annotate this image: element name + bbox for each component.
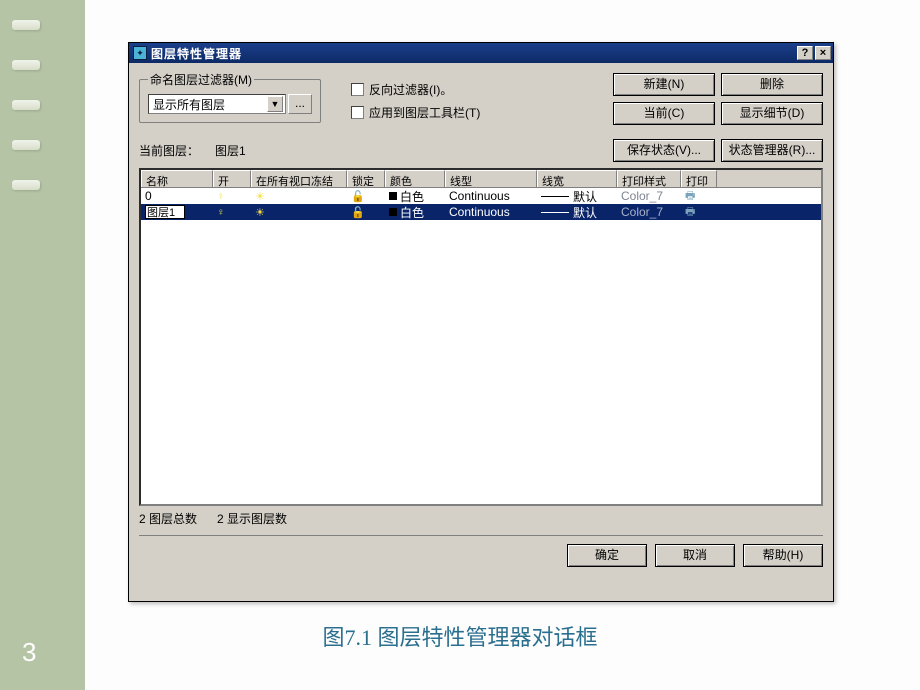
named-filter-fieldset: 命名图层过滤器(M) 显示所有图层 ▼ ... bbox=[139, 71, 321, 123]
reverse-filter-label: 反向过滤器(I)。 bbox=[369, 81, 452, 98]
current-layer-label: 当前图层： bbox=[139, 142, 199, 159]
decorative-pill-4 bbox=[12, 140, 40, 150]
decorative-pill-5 bbox=[12, 180, 40, 190]
lock-icon[interactable]: 🔓 bbox=[351, 206, 365, 219]
col-linetype[interactable]: 线型 bbox=[445, 170, 537, 187]
cell-linetype[interactable]: Continuous bbox=[445, 188, 537, 204]
printer-icon[interactable]: 🖶 bbox=[685, 188, 695, 204]
filter-more-button[interactable]: ... bbox=[288, 94, 312, 114]
dialog-title: 图层特性管理器 bbox=[151, 45, 795, 62]
status-shown: 2 显示图层数 bbox=[217, 512, 287, 526]
apply-toolbar-checkbox[interactable] bbox=[351, 106, 364, 119]
figure-caption: 图7.1 图层特性管理器对话框 bbox=[0, 620, 920, 652]
filter-legend: 命名图层过滤器(M) bbox=[148, 71, 254, 88]
col-lock[interactable]: 锁定 bbox=[347, 170, 385, 187]
current-layer-value: 图层1 bbox=[215, 142, 246, 159]
reverse-filter-checkbox[interactable] bbox=[351, 83, 364, 96]
printer-icon[interactable]: 🖶 bbox=[685, 204, 695, 220]
line-icon bbox=[541, 196, 569, 197]
decorative-pill-1 bbox=[12, 20, 40, 30]
sun-icon[interactable]: ☀ bbox=[255, 190, 265, 203]
delete-button[interactable]: 删除 bbox=[721, 73, 823, 96]
slide-sidebar: 3 bbox=[0, 0, 85, 690]
table-row[interactable]: 0 ♀ ☀ 🔓 白色 Continuous 默认 Color_7 🖶 bbox=[141, 188, 821, 204]
bulb-on-icon[interactable]: ♀ bbox=[217, 191, 225, 202]
cell-name[interactable]: 0 bbox=[141, 188, 213, 204]
cell-color: 白色 bbox=[400, 204, 424, 220]
filter-select-value: 显示所有图层 bbox=[153, 96, 225, 113]
new-button[interactable]: 新建(N) bbox=[613, 73, 715, 96]
save-state-button[interactable]: 保存状态(V)... bbox=[613, 139, 715, 162]
cell-plotstyle: Color_7 bbox=[617, 188, 681, 204]
cell-linetype[interactable]: Continuous bbox=[445, 204, 537, 220]
col-lineweight[interactable]: 线宽 bbox=[537, 170, 617, 187]
status-bar: 2 图层总数 2 显示图层数 bbox=[139, 508, 823, 529]
lock-icon[interactable]: 🔓 bbox=[351, 190, 365, 203]
cell-lineweight[interactable]: 默认 bbox=[573, 204, 597, 220]
sun-icon[interactable]: ☀ bbox=[255, 206, 265, 219]
col-on[interactable]: 开 bbox=[213, 170, 251, 187]
help-title-button[interactable]: ? bbox=[797, 46, 813, 60]
decorative-pill-2 bbox=[12, 60, 40, 70]
color-swatch[interactable] bbox=[389, 208, 397, 216]
cancel-button[interactable]: 取消 bbox=[655, 544, 735, 567]
col-print[interactable]: 打印 bbox=[681, 170, 717, 187]
col-plotstyle[interactable]: 打印样式 bbox=[617, 170, 681, 187]
col-freeze[interactable]: 在所有视口冻结 bbox=[251, 170, 347, 187]
help-button[interactable]: 帮助(H) bbox=[743, 544, 823, 567]
current-button[interactable]: 当前(C) bbox=[613, 102, 715, 125]
app-icon: ✦ bbox=[133, 46, 147, 60]
filter-select[interactable]: 显示所有图层 ▼ bbox=[148, 94, 286, 114]
decorative-pill-3 bbox=[12, 100, 40, 110]
color-swatch[interactable] bbox=[389, 192, 397, 200]
close-button[interactable]: × bbox=[815, 46, 831, 60]
line-icon bbox=[541, 212, 569, 213]
cell-plotstyle: Color_7 bbox=[617, 204, 681, 220]
layer-list[interactable]: 名称 开 在所有视口冻结 锁定 颜色 线型 线宽 打印样式 打印 0 ♀ ☀ 🔓 bbox=[139, 168, 823, 506]
table-row[interactable]: 图层1 ♀ ☀ 🔓 白色 Continuous 默认 Color_7 bbox=[141, 204, 821, 220]
apply-toolbar-label: 应用到图层工具栏(T) bbox=[369, 104, 480, 121]
chevron-down-icon: ▼ bbox=[267, 96, 283, 112]
col-color[interactable]: 颜色 bbox=[385, 170, 445, 187]
show-detail-button[interactable]: 显示细节(D) bbox=[721, 102, 823, 125]
bulb-on-icon[interactable]: ♀ bbox=[217, 207, 225, 218]
cell-color: 白色 bbox=[400, 188, 424, 204]
state-manager-button[interactable]: 状态管理器(R)... bbox=[721, 139, 823, 162]
layer-properties-dialog: ✦ 图层特性管理器 ? × 命名图层过滤器(M) 显示所有图层 ▼ ... bbox=[128, 42, 834, 602]
ok-button[interactable]: 确定 bbox=[567, 544, 647, 567]
name-edit-input[interactable]: 图层1 bbox=[145, 205, 185, 219]
col-name[interactable]: 名称 bbox=[141, 170, 213, 187]
list-header: 名称 开 在所有视口冻结 锁定 颜色 线型 线宽 打印样式 打印 bbox=[141, 170, 821, 188]
title-bar[interactable]: ✦ 图层特性管理器 ? × bbox=[129, 43, 833, 63]
cell-lineweight[interactable]: 默认 bbox=[573, 188, 597, 204]
status-total: 2 图层总数 bbox=[139, 512, 197, 526]
